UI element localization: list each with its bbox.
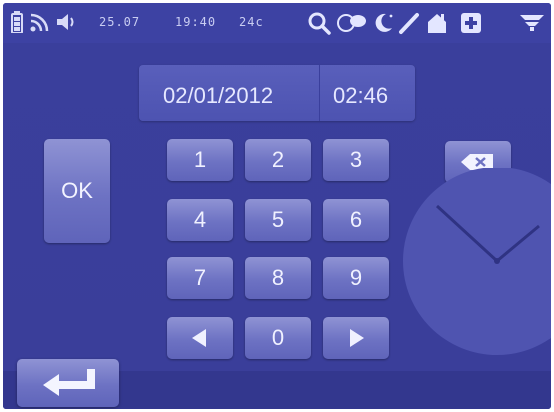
status-bar: 25.07 19:40 24c bbox=[3, 3, 551, 43]
pencil-icon[interactable] bbox=[397, 11, 421, 35]
status-time: 19:40 bbox=[175, 15, 217, 29]
battery-icon bbox=[11, 11, 23, 33]
ok-button[interactable]: OK bbox=[44, 139, 110, 243]
arrow-right-icon bbox=[350, 329, 364, 347]
key-4[interactable]: 4 bbox=[167, 199, 233, 241]
key-7[interactable]: 7 bbox=[167, 257, 233, 299]
status-date: 25.07 bbox=[99, 15, 141, 29]
key-8[interactable]: 8 bbox=[245, 257, 311, 299]
key-5[interactable]: 5 bbox=[245, 199, 311, 241]
home-icon[interactable] bbox=[426, 11, 448, 35]
key-6[interactable]: 6 bbox=[323, 199, 389, 241]
key-1[interactable]: 1 bbox=[167, 139, 233, 181]
key-3[interactable]: 3 bbox=[323, 139, 389, 181]
search-icon[interactable] bbox=[307, 11, 331, 35]
enter-return-icon bbox=[43, 369, 95, 396]
clock-icon bbox=[403, 168, 551, 355]
status-temperature: 24c bbox=[239, 15, 264, 29]
arrow-left-button[interactable] bbox=[167, 317, 233, 359]
date-field[interactable]: 02/01/2012 bbox=[163, 83, 273, 109]
wifi-icon bbox=[30, 13, 49, 32]
arrow-left-icon bbox=[192, 329, 206, 347]
key-9[interactable]: 9 bbox=[323, 257, 389, 299]
moon-icon[interactable] bbox=[371, 11, 395, 35]
key-2[interactable]: 2 bbox=[245, 139, 311, 181]
speaker-icon bbox=[57, 14, 74, 30]
plus-icon[interactable] bbox=[459, 11, 483, 35]
datetime-divider bbox=[319, 65, 320, 121]
time-field[interactable]: 02:46 bbox=[333, 83, 388, 109]
signal-icon bbox=[520, 15, 544, 31]
chat-bubble-icon[interactable] bbox=[337, 11, 367, 35]
time-date-setting-screen: 25.07 19:40 24c 02/01/2012 02:46 OK 1 2 … bbox=[3, 3, 551, 409]
key-0[interactable]: 0 bbox=[245, 317, 311, 359]
enter-button[interactable] bbox=[17, 359, 119, 407]
arrow-right-button[interactable] bbox=[323, 317, 389, 359]
